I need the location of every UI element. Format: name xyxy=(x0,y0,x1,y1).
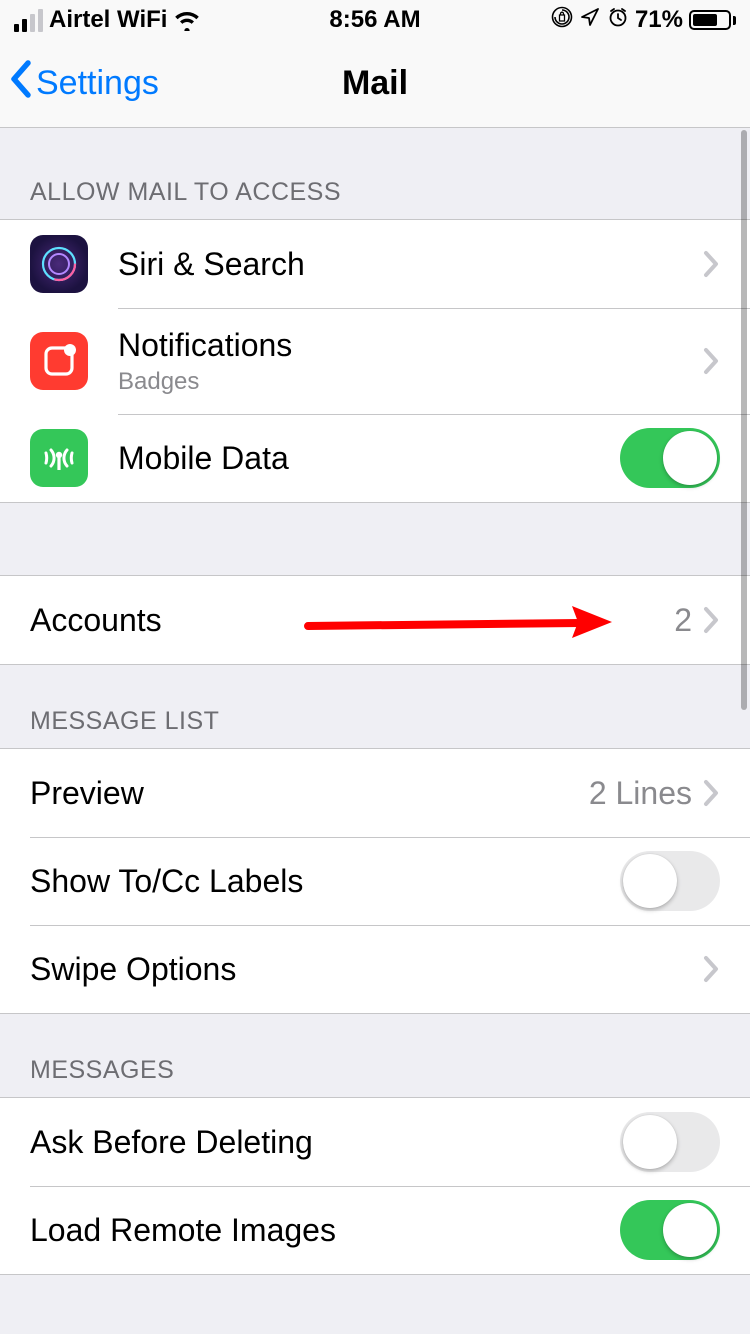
orientation-lock-icon xyxy=(551,6,573,35)
scroll-indicator xyxy=(741,130,747,710)
chevron-right-icon xyxy=(702,778,720,808)
back-label: Settings xyxy=(36,64,159,103)
show-tocc-label: Show To/Cc Labels xyxy=(30,863,620,900)
accounts-value: 2 xyxy=(674,602,692,639)
ask-delete-label: Ask Before Deleting xyxy=(30,1124,620,1161)
status-bar: Airtel WiFi 8:56 AM 71% xyxy=(0,0,750,40)
mobile-data-label: Mobile Data xyxy=(118,440,620,477)
load-remote-label: Load Remote Images xyxy=(30,1212,620,1249)
cellular-signal-icon xyxy=(14,9,43,32)
status-time: 8:56 AM xyxy=(329,6,420,34)
section-header-message-list: MESSAGE LIST xyxy=(0,665,750,748)
back-button[interactable]: Settings xyxy=(8,59,159,108)
group-accounts: Accounts 2 xyxy=(0,575,750,665)
accounts-label: Accounts xyxy=(30,602,674,639)
ask-delete-toggle[interactable] xyxy=(620,1112,720,1172)
mobile-data-icon xyxy=(30,429,88,487)
screen: { "status": { "carrier": "Airtel WiFi", … xyxy=(0,0,750,1334)
wifi-icon xyxy=(173,9,201,31)
preview-label: Preview xyxy=(30,775,589,812)
chevron-left-icon xyxy=(8,59,34,108)
row-mobile-data[interactable]: Mobile Data xyxy=(0,414,750,502)
swipe-options-label: Swipe Options xyxy=(30,951,702,988)
chevron-right-icon xyxy=(702,249,720,279)
row-siri-search[interactable]: Siri & Search xyxy=(0,220,750,308)
battery-icon xyxy=(689,10,736,30)
row-swipe-options[interactable]: Swipe Options xyxy=(0,925,750,1013)
chevron-right-icon xyxy=(702,954,720,984)
row-notifications[interactable]: Notifications Badges xyxy=(0,308,750,414)
status-right: 71% xyxy=(551,6,736,35)
alarm-icon xyxy=(607,6,629,35)
nav-bar: Settings Mail xyxy=(0,40,750,128)
page-title: Mail xyxy=(342,64,408,103)
battery-percent: 71% xyxy=(635,6,683,34)
group-messages: Ask Before Deleting Load Remote Images xyxy=(0,1097,750,1275)
section-header-access: ALLOW MAIL TO ACCESS xyxy=(0,128,750,219)
group-message-list: Preview 2 Lines Show To/Cc Labels Swipe … xyxy=(0,748,750,1014)
status-left: Airtel WiFi xyxy=(14,6,201,34)
show-tocc-toggle[interactable] xyxy=(620,851,720,911)
group-access: Siri & Search Notifications Badges xyxy=(0,219,750,503)
row-accounts[interactable]: Accounts 2 xyxy=(0,576,750,664)
row-ask-before-deleting[interactable]: Ask Before Deleting xyxy=(0,1098,750,1186)
section-header-messages: MESSAGES xyxy=(0,1014,750,1097)
chevron-right-icon xyxy=(702,605,720,635)
load-remote-toggle[interactable] xyxy=(620,1200,720,1260)
carrier-label: Airtel WiFi xyxy=(49,6,167,34)
siri-icon xyxy=(30,235,88,293)
notifications-icon xyxy=(30,332,88,390)
section-gap xyxy=(0,503,750,575)
row-show-tocc[interactable]: Show To/Cc Labels xyxy=(0,837,750,925)
preview-value: 2 Lines xyxy=(589,775,692,812)
mobile-data-toggle[interactable] xyxy=(620,428,720,488)
row-preview[interactable]: Preview 2 Lines xyxy=(0,749,750,837)
location-icon xyxy=(579,6,601,35)
chevron-right-icon xyxy=(702,346,720,376)
notifications-sub: Badges xyxy=(118,368,702,396)
row-load-remote-images[interactable]: Load Remote Images xyxy=(0,1186,750,1274)
siri-label: Siri & Search xyxy=(118,246,702,283)
notifications-label: Notifications xyxy=(118,327,702,364)
